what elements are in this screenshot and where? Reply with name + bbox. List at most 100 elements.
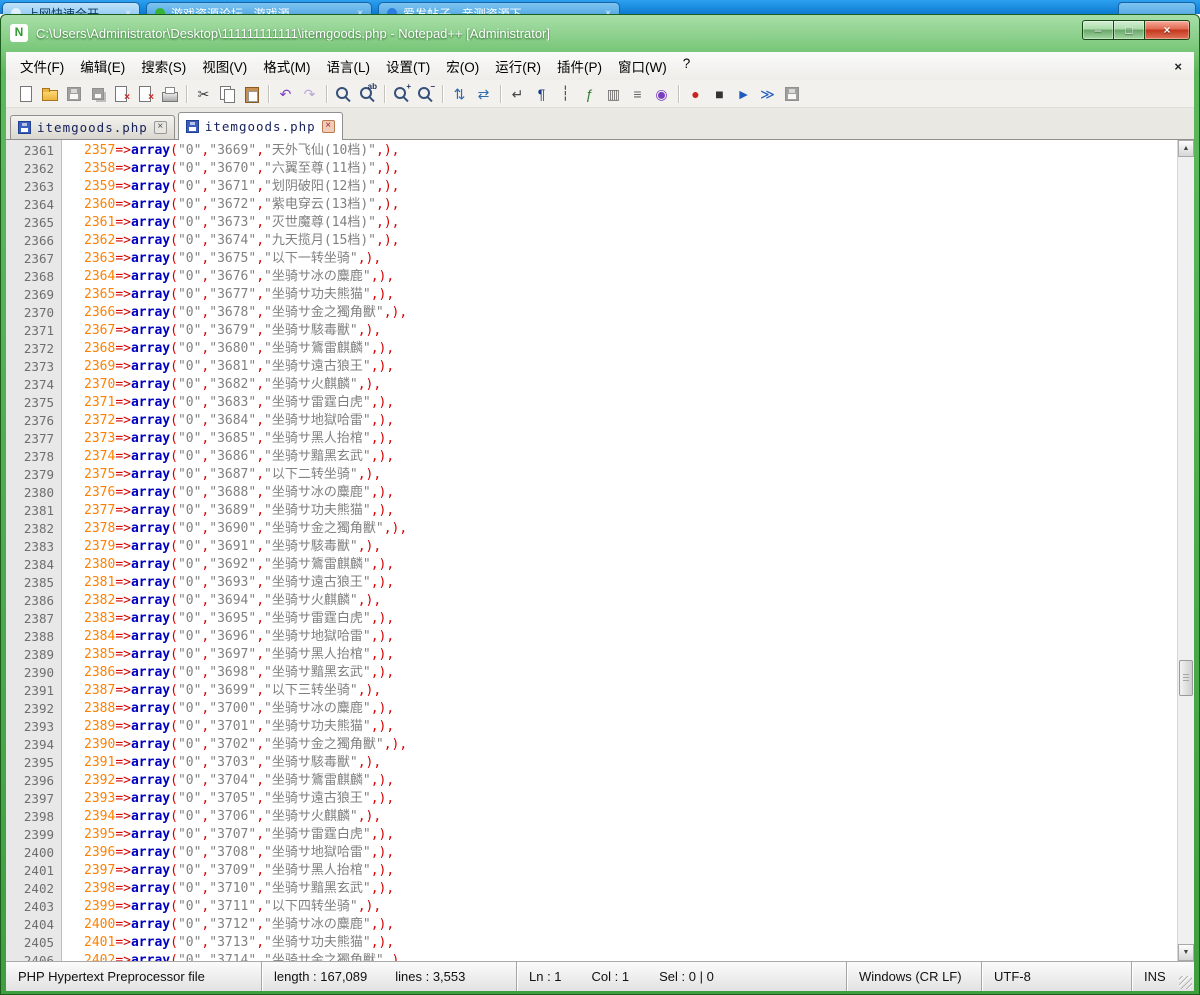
scrollbar-thumb[interactable] [1179, 660, 1193, 696]
menu-item-edit[interactable]: 编辑(E) [72, 52, 133, 80]
code-line[interactable]: 2399=>array("0","3711","以下四转坐骑",), [84, 898, 1177, 916]
code-line[interactable]: 2368=>array("0","3680","坐骑サ鷟雷麒麟",), [84, 340, 1177, 358]
undo-button[interactable]: ↶ [274, 82, 297, 105]
minimize-button[interactable]: – [1082, 20, 1113, 40]
replace-button[interactable]: ab [356, 82, 379, 105]
code-line[interactable]: 2379=>array("0","3691","坐骑サ駭毒獸",), [84, 538, 1177, 556]
code-line[interactable]: 2394=>array("0","3706","坐骑サ火麒麟",), [84, 808, 1177, 826]
tab-close-icon[interactable]: × [154, 121, 167, 134]
code-line[interactable]: 2370=>array("0","3682","坐骑サ火麒麟",), [84, 376, 1177, 394]
code-line[interactable]: 2401=>array("0","3713","坐骑サ功夫熊猫",), [84, 934, 1177, 952]
code-line[interactable]: 2400=>array("0","3712","坐骑サ冰の麋鹿",), [84, 916, 1177, 934]
code-line[interactable]: 2361=>array("0","3673","灭世魔尊(14档)",), [84, 214, 1177, 232]
vertical-scrollbar[interactable]: ▲ ▼ [1177, 140, 1194, 961]
code-line[interactable]: 2390=>array("0","3702","坐骑サ金之獨角獸",), [84, 736, 1177, 754]
code-line[interactable]: 2383=>array("0","3695","坐骑サ雷霆白虎",), [84, 610, 1177, 628]
code-area[interactable]: 2357=>array("0","3669","天外飞仙(10档)",),235… [62, 140, 1177, 961]
browser-tab[interactable]: 游戏资源论坛 - 游戏源…× [146, 2, 372, 14]
code-line[interactable]: 2362=>array("0","3674","九天揽月(15档)",), [84, 232, 1177, 250]
code-line[interactable]: 2378=>array("0","3690","坐骑サ金之獨角獸",), [84, 520, 1177, 538]
indent-guide-button[interactable]: ┆ [554, 82, 577, 105]
code-line[interactable]: 2358=>array("0","3670","六翼至尊(11档)",), [84, 160, 1177, 178]
sync-vertical-button[interactable]: ⇅ [448, 82, 471, 105]
menu-item-macro[interactable]: 宏(O) [438, 52, 487, 80]
code-line[interactable]: 2387=>array("0","3699","以下三转坐骑",), [84, 682, 1177, 700]
code-line[interactable]: 2366=>array("0","3678","坐骑サ金之獨角獸",), [84, 304, 1177, 322]
maximize-button[interactable]: □ [1113, 20, 1144, 40]
code-line[interactable]: 2402=>array("0","3714","坐骑サ金之獨角獸",), [84, 952, 1177, 961]
save-file-button[interactable] [62, 82, 85, 105]
code-line[interactable]: 2363=>array("0","3675","以下一转坐骑",), [84, 250, 1177, 268]
code-line[interactable]: 2374=>array("0","3686","坐骑サ黯黑玄武",), [84, 448, 1177, 466]
document-switcher-button[interactable]: ≡ [626, 82, 649, 105]
menu-item-search[interactable]: 搜索(S) [133, 52, 194, 80]
browser-window-controls[interactable] [1118, 2, 1196, 14]
close-file-button[interactable] [110, 82, 133, 105]
code-line[interactable]: 2396=>array("0","3708","坐骑サ地獄哈雷",), [84, 844, 1177, 862]
title-bar[interactable]: N C:\Users\Administrator\Desktop\1111111… [0, 14, 1200, 52]
paste-button[interactable] [240, 82, 263, 105]
code-line[interactable]: 2380=>array("0","3692","坐骑サ鷟雷麒麟",), [84, 556, 1177, 574]
new-file-button[interactable] [14, 82, 37, 105]
menu-item-settings[interactable]: 设置(T) [378, 52, 438, 80]
code-line[interactable]: 2375=>array("0","3687","以下二转坐骑",), [84, 466, 1177, 484]
code-line[interactable]: 2357=>array("0","3669","天外飞仙(10档)",), [84, 142, 1177, 160]
code-line[interactable]: 2398=>array("0","3710","坐骑サ黯黑玄武",), [84, 880, 1177, 898]
code-line[interactable]: 2386=>array("0","3698","坐骑サ黯黑玄武",), [84, 664, 1177, 682]
code-line[interactable]: 2367=>array("0","3679","坐骑サ駭毒獸",), [84, 322, 1177, 340]
code-line[interactable]: 2397=>array("0","3709","坐骑サ黑人抬棺",), [84, 862, 1177, 880]
zoom-in-button[interactable]: + [390, 82, 413, 105]
code-line[interactable]: 2385=>array("0","3697","坐骑サ黑人抬棺",), [84, 646, 1177, 664]
open-file-button[interactable] [38, 82, 61, 105]
document-map-button[interactable]: ▥ [602, 82, 625, 105]
code-line[interactable]: 2359=>array("0","3671","划阴破阳(12档)",), [84, 178, 1177, 196]
code-line[interactable]: 2381=>array("0","3693","坐骑サ遠古狼王",), [84, 574, 1177, 592]
code-line[interactable]: 2384=>array("0","3696","坐骑サ地獄哈雷",), [84, 628, 1177, 646]
menu-item-window[interactable]: 窗口(W) [610, 52, 675, 80]
code-line[interactable]: 2393=>array("0","3705","坐骑サ遠古狼王",), [84, 790, 1177, 808]
sync-horizontal-button[interactable]: ⇄ [472, 82, 495, 105]
menu-item-run[interactable]: 运行(R) [487, 52, 549, 80]
code-line[interactable]: 2382=>array("0","3694","坐骑サ火麒麟",), [84, 592, 1177, 610]
macro-run-multiple-button[interactable]: ≫ [756, 82, 779, 105]
code-line[interactable]: 2373=>array("0","3685","坐骑サ黑人抬棺",), [84, 430, 1177, 448]
code-line[interactable]: 2395=>array("0","3707","坐骑サ雷霆白虎",), [84, 826, 1177, 844]
show-all-characters-button[interactable]: ¶ [530, 82, 553, 105]
code-line[interactable]: 2369=>array("0","3681","坐骑サ遠古狼王",), [84, 358, 1177, 376]
macro-record-button[interactable]: ● [684, 82, 707, 105]
scroll-up-button[interactable]: ▲ [1178, 140, 1194, 157]
menu-item-format[interactable]: 格式(M) [255, 52, 318, 80]
code-line[interactable]: 2360=>array("0","3672","紫电穿云(13档)",), [84, 196, 1177, 214]
redo-button[interactable]: ↷ [298, 82, 321, 105]
code-line[interactable]: 2371=>array("0","3683","坐骑サ雷霆白虎",), [84, 394, 1177, 412]
menu-item-file[interactable]: 文件(F) [12, 52, 72, 80]
menu-item-language[interactable]: 语言(L) [319, 52, 379, 80]
macro-play-button[interactable]: ► [732, 82, 755, 105]
close-all-button[interactable] [134, 82, 157, 105]
close-button[interactable]: × [1144, 20, 1190, 40]
word-wrap-button[interactable]: ↵ [506, 82, 529, 105]
code-line[interactable]: 2388=>array("0","3700","坐骑サ冰の麋鹿",), [84, 700, 1177, 718]
code-line[interactable]: 2372=>array("0","3684","坐骑サ地獄哈雷",), [84, 412, 1177, 430]
function-list-button[interactable]: ƒ [578, 82, 601, 105]
scroll-down-button[interactable]: ▼ [1178, 944, 1194, 961]
resize-grip[interactable] [1179, 976, 1192, 989]
cut-button[interactable]: ✂ [192, 82, 215, 105]
code-line[interactable]: 2364=>array("0","3676","坐骑サ冰の麋鹿",), [84, 268, 1177, 286]
print-button[interactable] [158, 82, 181, 105]
document-tab[interactable]: itemgoods.php× [178, 112, 343, 140]
menu-item-view[interactable]: 视图(V) [194, 52, 255, 80]
code-line[interactable]: 2376=>array("0","3688","坐骑サ冰の麋鹿",), [84, 484, 1177, 502]
code-line[interactable]: 2365=>array("0","3677","坐骑サ功夫熊猫",), [84, 286, 1177, 304]
browser-tab[interactable]: 上网快速全开× [2, 2, 140, 14]
macro-stop-button[interactable]: ■ [708, 82, 731, 105]
code-line[interactable]: 2392=>array("0","3704","坐骑サ鷟雷麒麟",), [84, 772, 1177, 790]
browser-tab[interactable]: 爱发帖子 - 亲测资源下…× [378, 2, 620, 14]
code-line[interactable]: 2377=>array("0","3689","坐骑サ功夫熊猫",), [84, 502, 1177, 520]
menubar-close-icon[interactable]: × [1174, 59, 1182, 74]
monitoring-button[interactable]: ◉ [650, 82, 673, 105]
zoom-out-button[interactable]: − [414, 82, 437, 105]
copy-button[interactable] [216, 82, 239, 105]
menu-item-help[interactable]: ? [675, 52, 699, 80]
tab-close-icon[interactable]: × [322, 120, 335, 133]
